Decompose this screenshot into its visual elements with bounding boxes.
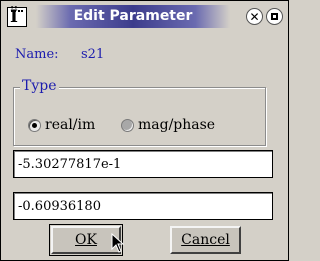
first-value-field[interactable] xyxy=(13,150,273,178)
app-icon-glyph: Ï xyxy=(10,7,18,27)
name-value: s21 xyxy=(81,47,105,62)
edit-parameter-dialog: Ï Edit Parameter ✕ Name: s21 Type real/i… xyxy=(0,0,289,261)
radio-real-im-indicator[interactable] xyxy=(28,118,41,132)
close-icon[interactable]: ✕ xyxy=(246,8,263,25)
name-label: Name: xyxy=(15,47,59,62)
second-value-field[interactable] xyxy=(13,192,273,220)
mouse-pointer-icon xyxy=(111,233,125,253)
ok-button-label: OK xyxy=(75,232,97,248)
radio-mag-phase[interactable]: mag/phase xyxy=(121,117,215,133)
radio-mag-phase-label[interactable]: mag/phase xyxy=(138,117,215,133)
first-value-input[interactable] xyxy=(18,151,268,177)
radio-mag-phase-indicator[interactable] xyxy=(121,118,134,132)
second-value-input[interactable] xyxy=(18,193,268,219)
radio-real-im-label[interactable]: real/im xyxy=(45,117,95,133)
title-gradient: Edit Parameter xyxy=(36,5,230,28)
radio-real-im[interactable]: real/im xyxy=(28,117,95,133)
type-group-label: Type xyxy=(20,78,59,94)
app-icon[interactable]: Ï xyxy=(7,7,27,27)
cancel-button[interactable]: Cancel xyxy=(170,226,241,254)
window-title: Edit Parameter xyxy=(73,8,193,24)
title-bar[interactable]: Ï Edit Parameter ✕ xyxy=(2,2,287,31)
maximize-icon[interactable] xyxy=(266,8,283,25)
cancel-button-label: Cancel xyxy=(181,232,230,248)
